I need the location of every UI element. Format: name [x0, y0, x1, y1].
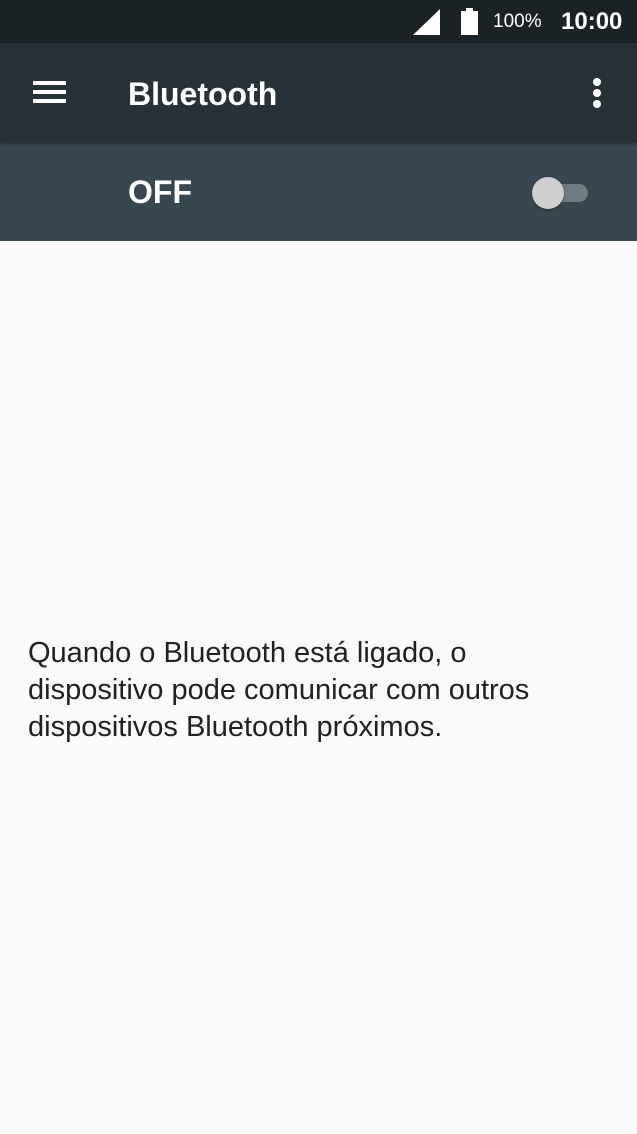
bluetooth-toggle[interactable] [530, 176, 592, 209]
status-bar: 100% 10:00 [0, 0, 637, 43]
bluetooth-state-label: OFF [128, 174, 192, 210]
cell-signal-icon [413, 9, 440, 35]
battery-percentage: 100% [493, 11, 542, 32]
app-bar: Bluetooth [0, 43, 637, 142]
bluetooth-description: Quando o Bluetooth está ligado, o dispos… [28, 637, 530, 743]
bluetooth-content-area: Quando o Bluetooth está ligado, o dispos… [0, 241, 637, 1134]
bluetooth-master-switch-bar[interactable]: OFF [0, 142, 637, 241]
status-clock: 10:00 [561, 8, 623, 35]
battery-icon [461, 8, 478, 35]
toggle-thumb [532, 177, 564, 209]
page-title: Bluetooth [128, 76, 278, 112]
more-vert-icon[interactable] [580, 70, 616, 116]
hamburger-menu-icon[interactable] [22, 70, 78, 116]
